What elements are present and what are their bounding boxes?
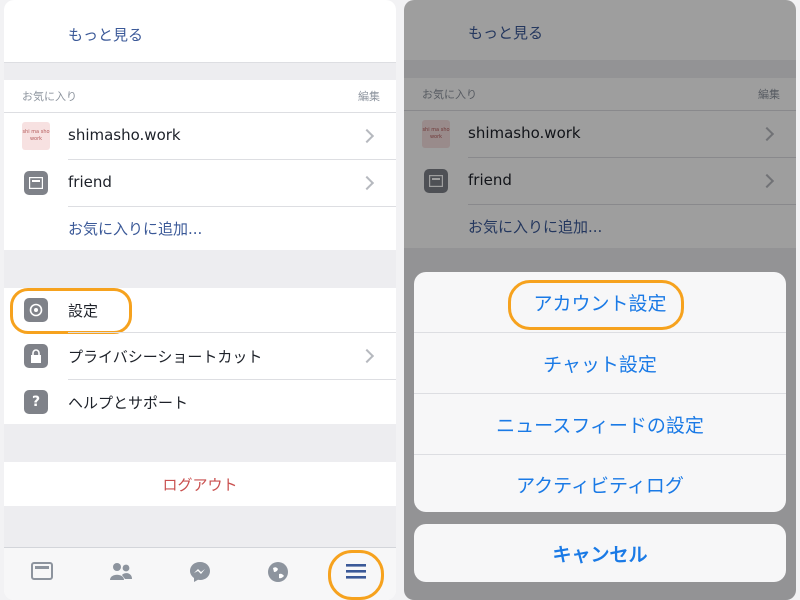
section-gap — [4, 506, 396, 548]
newsfeed-icon — [24, 171, 48, 195]
section-gap — [4, 250, 396, 288]
page-thumbnail: shi ma sho work — [22, 122, 50, 150]
menu-screen-with-sheet: もっと見る お気に入り 編集 shi ma sho work shimasho.… — [404, 0, 796, 600]
favorites-header: お気に入り — [22, 90, 77, 103]
newsfeed-tab-icon[interactable] — [30, 560, 56, 586]
menu-screen: もっと見る お気に入り 編集 shi ma sho work shimasho.… — [4, 0, 396, 600]
privacy-label: プライバシーショートカット — [68, 348, 263, 366]
help-support-item[interactable]: ? ヘルプとサポート — [4, 380, 396, 424]
favorite-label: shimasho.work — [68, 126, 181, 144]
logout-button[interactable]: ログアウト — [4, 462, 396, 506]
chevron-right-icon — [359, 348, 375, 364]
lock-icon — [24, 344, 48, 368]
tab-bar — [4, 547, 396, 600]
favorite-item-shimasho[interactable]: shi ma sho work shimasho.work — [4, 113, 396, 159]
edit-favorites-button[interactable]: 編集 — [358, 88, 380, 104]
cancel-sheet: キャンセル — [414, 524, 786, 582]
section-gap — [4, 62, 396, 80]
activity-log-button[interactable]: アクティビティログ — [414, 454, 786, 512]
help-label: ヘルプとサポート — [68, 394, 189, 412]
messenger-tab-icon[interactable] — [188, 560, 214, 586]
globe-tab-icon[interactable] — [266, 560, 292, 586]
divider — [68, 206, 396, 207]
see-more-link[interactable]: もっと見る — [68, 24, 396, 45]
newsfeed-settings-button[interactable]: ニュースフィードの設定 — [414, 394, 786, 454]
help-icon: ? — [24, 390, 48, 414]
section-gap — [4, 424, 396, 462]
privacy-shortcuts-item[interactable]: プライバシーショートカット — [4, 333, 396, 379]
chevron-right-icon — [359, 128, 375, 144]
highlight-ring — [328, 550, 384, 600]
chevron-right-icon — [359, 175, 375, 191]
cancel-button[interactable]: キャンセル — [414, 524, 786, 582]
favorite-label: friend — [68, 173, 112, 191]
favorite-item-friend[interactable]: friend — [4, 160, 396, 206]
add-favorite-link[interactable]: お気に入りに追加... — [68, 218, 396, 239]
highlight-ring — [10, 288, 132, 334]
highlight-ring — [508, 280, 684, 330]
chat-settings-button[interactable]: チャット設定 — [414, 333, 786, 393]
divider — [4, 62, 396, 63]
friends-tab-icon[interactable] — [108, 560, 134, 586]
